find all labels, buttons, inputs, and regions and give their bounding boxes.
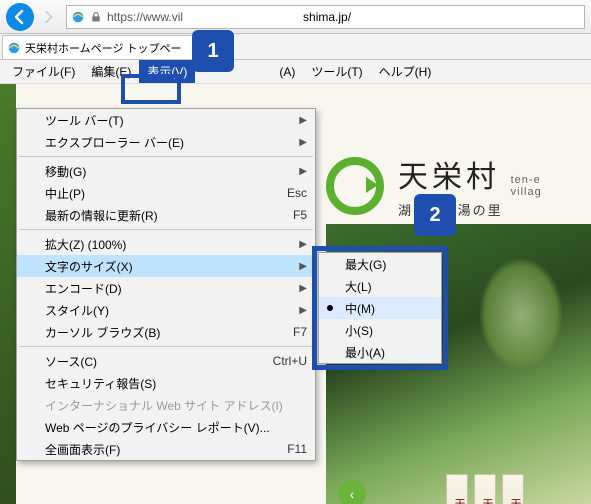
site-title: 天栄村 — [398, 152, 503, 196]
menu-privacy-report[interactable]: Web ページのプライバシー レポート(V)... — [17, 416, 315, 438]
shortcut-label: F5 — [293, 208, 307, 222]
menu-explorer-bars[interactable]: エクスプローラー バー(E)▶ — [17, 131, 315, 153]
menu-goto[interactable]: 移動(G)▶ — [17, 160, 315, 182]
menu-text-size[interactable]: 文字のサイズ(X)▶ — [17, 255, 315, 277]
address-bar: https://www.vilshima.jp/ — [0, 0, 591, 34]
shortcut-label: F11 — [287, 442, 307, 456]
menu-intl-address: インターナショナル Web サイト アドレス(I) — [17, 394, 315, 416]
menu-separator — [19, 156, 313, 157]
back-button[interactable] — [6, 3, 34, 31]
shortcut-label: Ctrl+U — [273, 354, 307, 368]
arrow-right-icon — [41, 10, 55, 24]
shortcut-label: F7 — [293, 325, 307, 339]
ie-icon — [71, 10, 85, 24]
text-size-larger[interactable]: 大(L) — [319, 275, 441, 297]
menu-zoom[interactable]: 拡大(Z) (100%)▶ — [17, 233, 315, 255]
text-size-largest[interactable]: 最大(G) — [319, 253, 441, 275]
menu-encoding[interactable]: エンコード(D)▶ — [17, 277, 315, 299]
menu-refresh[interactable]: 最新の情報に更新(R)F5 — [17, 204, 315, 226]
submenu-arrow-icon: ▶ — [293, 305, 307, 316]
tab-title: 天栄村ホームページ トップペー — [25, 40, 182, 56]
menu-caret-browse[interactable]: カーソル ブラウズ(B)F7 — [17, 321, 315, 343]
tab-active[interactable]: 天栄村ホームページ トップペー — [2, 35, 193, 59]
submenu-arrow-icon: ▶ — [293, 137, 307, 148]
shortcut-label: Esc — [287, 186, 307, 200]
product-labels: 天栄米 天栄米 天栄米 — [446, 474, 524, 504]
rice-label: 天栄米 — [502, 474, 524, 504]
menu-view[interactable]: 表示(V) — [139, 60, 195, 83]
forward-button[interactable] — [36, 5, 60, 29]
submenu-arrow-icon: ▶ — [293, 239, 307, 250]
menu-help[interactable]: ヘルプ(H) — [371, 60, 440, 83]
menu-edit[interactable]: 編集(E) — [83, 60, 139, 83]
tab-strip: 天栄村ホームページ トップペー — [0, 34, 591, 60]
text-size-smallest[interactable]: 最小(A) — [319, 341, 441, 363]
lock-icon — [89, 10, 103, 24]
site-logo: 天栄村 湖といで湯の里 ten-e villag — [326, 152, 542, 219]
site-tagline: 湖といで湯の里 — [398, 200, 503, 219]
url-text: https://www.vilshima.jp/ — [107, 10, 351, 24]
menu-toolbars[interactable]: ツール バー(T)▶ — [17, 109, 315, 131]
menu-fullscreen[interactable]: 全画面表示(F)F11 — [17, 438, 315, 460]
menu-favorites-partial[interactable]: (A) — [271, 62, 303, 82]
submenu-arrow-icon: ▶ — [293, 166, 307, 177]
menu-stop[interactable]: 中止(P)Esc — [17, 182, 315, 204]
site-roman-bottom: villag — [511, 186, 542, 198]
submenu-arrow-icon: ▶ — [293, 115, 307, 126]
address-field[interactable]: https://www.vilshima.jp/ — [66, 5, 585, 29]
menu-file[interactable]: ファイル(F) — [4, 60, 83, 83]
ie-icon — [7, 41, 21, 55]
submenu-arrow-icon: ▶ — [293, 261, 307, 272]
menu-bar: ファイル(F) 編集(E) 表示(V) お気に入り (A) ツール(T) ヘルプ… — [0, 60, 591, 84]
text-size-smaller[interactable]: 小(S) — [319, 319, 441, 341]
menu-style[interactable]: スタイル(Y)▶ — [17, 299, 315, 321]
arrow-left-icon — [12, 9, 28, 25]
rice-label: 天栄米 — [446, 474, 468, 504]
menu-security-report[interactable]: セキュリティ報告(S) — [17, 372, 315, 394]
menu-separator — [19, 346, 313, 347]
text-size-medium[interactable]: 中(M) — [319, 297, 441, 319]
menu-separator — [19, 229, 313, 230]
menu-source[interactable]: ソース(C)Ctrl+U — [17, 350, 315, 372]
view-menu-dropdown: ツール バー(T)▶ エクスプローラー バー(E)▶ 移動(G)▶ 中止(P)E… — [16, 108, 316, 461]
content-left-strip — [0, 84, 16, 504]
chevron-left-icon: ‹ — [350, 486, 355, 502]
logo-mark-icon — [326, 157, 384, 215]
rice-label: 天栄米 — [474, 474, 496, 504]
text-size-submenu: 最大(G) 大(L) 中(M) 小(S) 最小(A) — [318, 252, 442, 364]
carousel-prev-button[interactable]: ‹ — [338, 480, 366, 504]
submenu-arrow-icon: ▶ — [293, 283, 307, 294]
menu-tools[interactable]: ツール(T) — [303, 60, 370, 83]
site-roman-top: ten-e — [511, 174, 542, 186]
